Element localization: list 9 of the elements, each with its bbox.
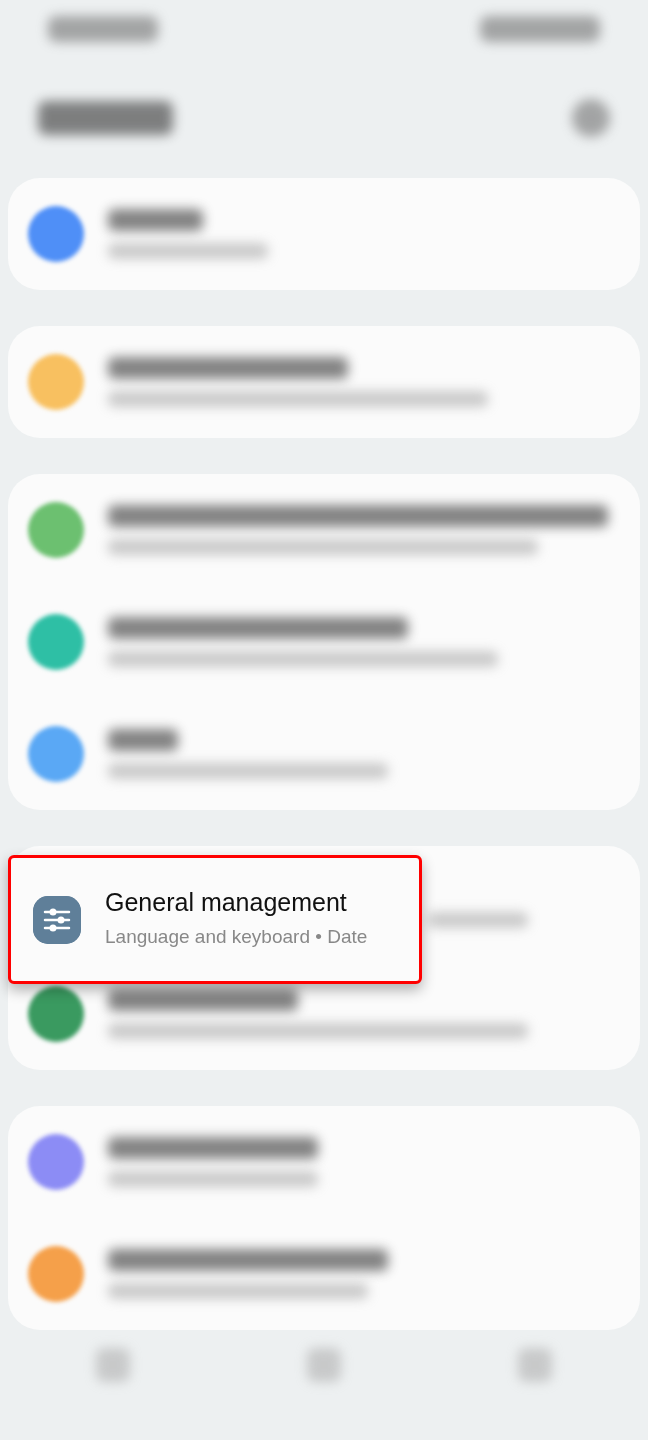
item-subtitle: Language and keyboard • Date <box>105 925 368 950</box>
sliders-icon <box>33 895 81 944</box>
highlighted-settings-item[interactable]: General management Language and keyboard • Date <box>8 855 422 984</box>
blurred-search-icon[interactable] <box>572 99 610 137</box>
item-title: General management <box>105 887 348 918</box>
blurred-back-icon[interactable] <box>517 1348 552 1382</box>
blurred-home-icon[interactable] <box>307 1348 341 1382</box>
blurred-recents-icon[interactable] <box>96 1348 131 1382</box>
blurred-text <box>108 729 178 751</box>
